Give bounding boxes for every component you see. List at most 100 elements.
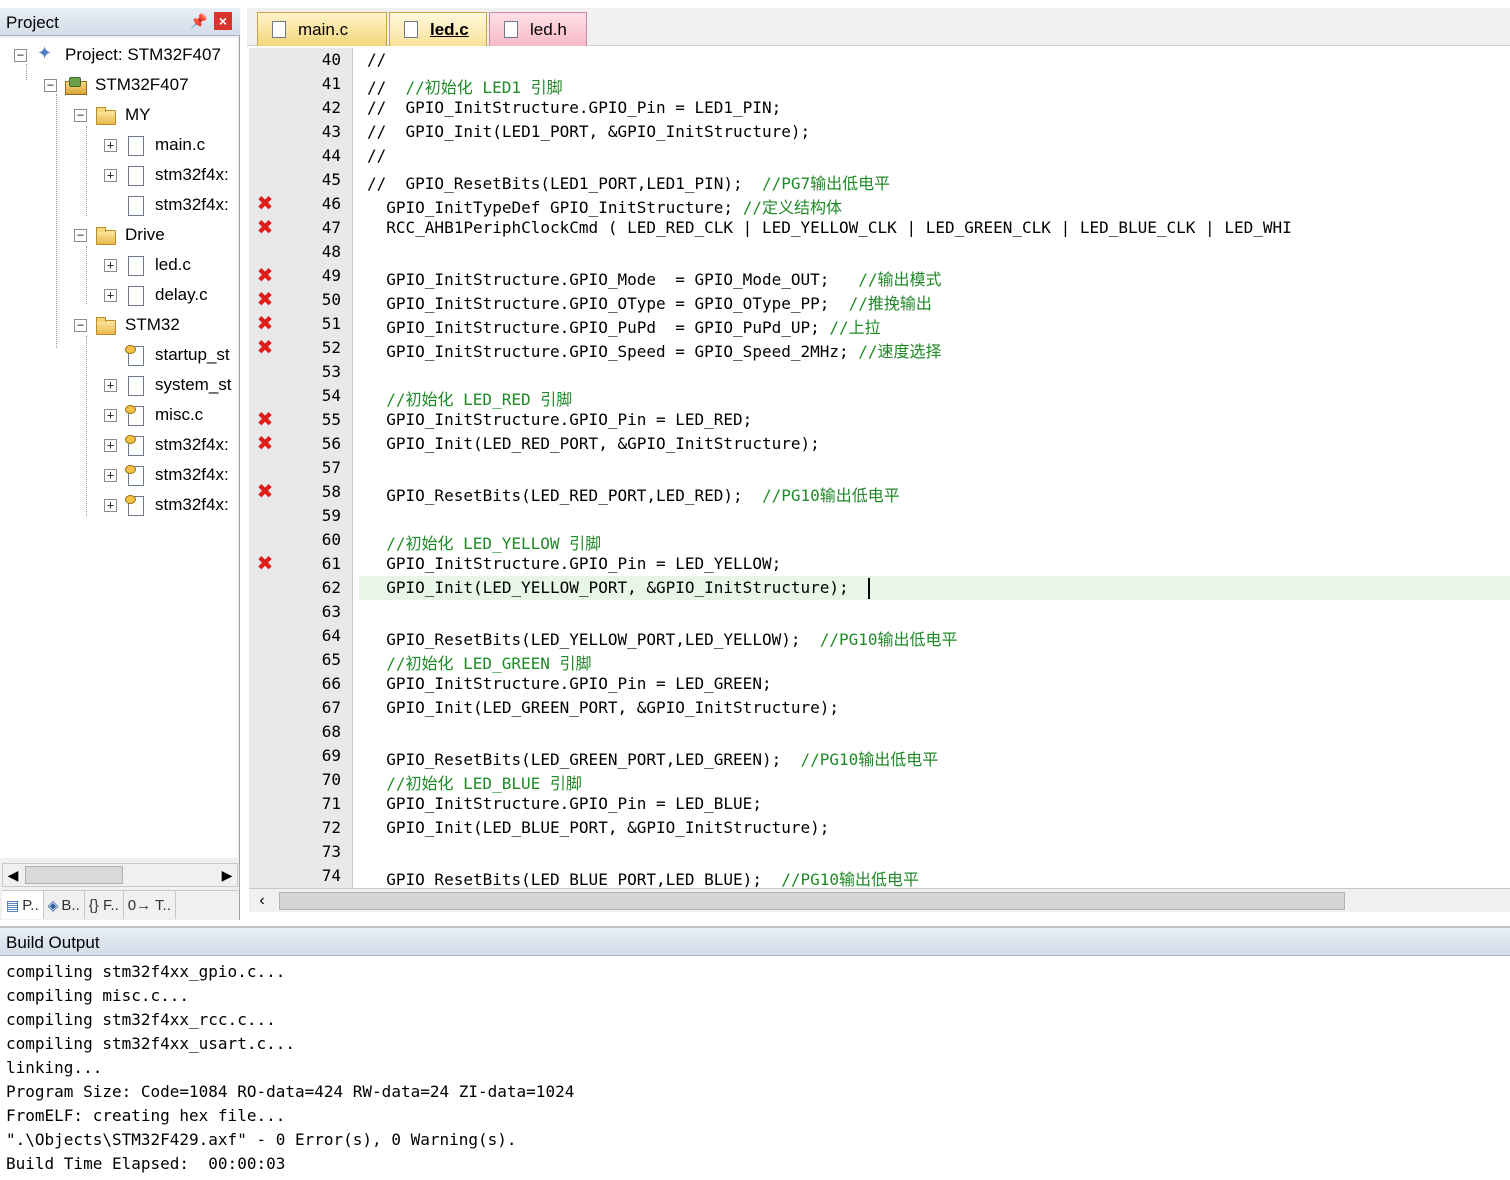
code-line[interactable]: GPIO_InitStructure.GPIO_Pin = LED_GREEN; xyxy=(367,674,771,693)
code-comment: //初始化 LED_BLUE 引脚 xyxy=(386,774,582,793)
error-marker-icon[interactable]: ✖ xyxy=(255,431,275,455)
tree-node[interactable]: − STM32F407 xyxy=(44,70,189,100)
tab-led-c[interactable]: led.c xyxy=(389,12,487,46)
code-line[interactable]: GPIO_InitStructure.GPIO_Pin = LED_BLUE; xyxy=(367,794,762,813)
code-line[interactable]: // xyxy=(367,146,386,165)
code-text: GPIO_ResetBits(LED_GREEN_PORT,LED_GREEN)… xyxy=(367,750,801,769)
code-line[interactable]: //初始化 LED_YELLOW 引脚 xyxy=(367,530,601,554)
tree-node[interactable]: stm32f4x: xyxy=(104,190,229,220)
error-marker-icon[interactable]: ✖ xyxy=(255,191,275,215)
editor-gutter[interactable]: 40 41 42 43 44 45 46 ✖ 47 ✖ 48 49 ✖ 50 ✖ 51 ✖ 52 ✖ 53 54 55 ✖ 5… xyxy=(249,48,353,892)
code-line[interactable]: GPIO_ResetBits(LED_GREEN_PORT,LED_GREEN)… xyxy=(367,746,938,770)
code-line[interactable]: GPIO_ResetBits(LED_RED_PORT,LED_RED); //… xyxy=(367,482,900,506)
tree-node[interactable]: + stm32f4x: xyxy=(104,490,229,520)
tab-label: led.h xyxy=(530,19,567,39)
tab-label: led.c xyxy=(430,19,469,39)
tree-horizontal-scrollbar[interactable]: ◀ ▶ xyxy=(2,863,238,887)
error-marker-icon[interactable]: ✖ xyxy=(255,479,275,503)
line-number: 44 xyxy=(321,146,341,165)
tree-node[interactable]: + system_st xyxy=(104,370,232,400)
expand-icon[interactable]: + xyxy=(104,468,117,482)
collapse-icon[interactable]: − xyxy=(44,78,57,92)
code-line[interactable]: GPIO_InitStructure.GPIO_Mode = GPIO_Mode… xyxy=(367,266,941,290)
code-line[interactable]: GPIO_InitStructure.GPIO_OType = GPIO_OTy… xyxy=(367,290,932,314)
code-line[interactable]: GPIO_Init(LED_GREEN_PORT, &GPIO_InitStru… xyxy=(367,698,839,717)
tree-node[interactable]: + delay.c xyxy=(104,280,208,310)
tree-node[interactable]: − MY xyxy=(74,100,151,130)
editor-horizontal-scrollbar[interactable]: ‹ xyxy=(249,888,1510,912)
code-line[interactable]: //初始化 LED_BLUE 引脚 xyxy=(367,770,582,794)
expand-icon[interactable]: + xyxy=(104,438,117,452)
code-line[interactable]: GPIO_ResetBits(LED_YELLOW_PORT,LED_YELLO… xyxy=(367,626,957,650)
expand-icon[interactable]: + xyxy=(104,168,117,182)
panel-tab-f[interactable]: {} F.. xyxy=(85,891,124,919)
code-view[interactable]: //// //初始化 LED1 引脚// GPIO_InitStructure.… xyxy=(355,48,1510,892)
panel-tab-p[interactable]: ▤ P.. xyxy=(2,891,44,919)
code-line[interactable]: GPIO_InitTypeDef GPIO_InitStructure; //定… xyxy=(367,194,842,218)
code-line[interactable]: GPIO_InitStructure.GPIO_Pin = LED_RED; xyxy=(367,410,752,429)
expand-icon[interactable]: + xyxy=(104,378,117,392)
build-log[interactable]: compiling stm32f4xx_gpio.c... compiling m… xyxy=(6,960,1506,1176)
tab-led-h[interactable]: led.h xyxy=(489,12,587,46)
code-line[interactable]: // GPIO_Init(LED1_PORT, &GPIO_InitStruct… xyxy=(367,122,810,141)
text-caret xyxy=(868,578,871,599)
panel-tab-b[interactable]: ◈ B.. xyxy=(44,891,85,919)
error-marker-icon[interactable]: ✖ xyxy=(255,551,275,575)
code-line[interactable]: GPIO_Init(LED_BLUE_PORT, &GPIO_InitStruc… xyxy=(367,818,829,837)
code-line[interactable]: //初始化 LED_RED 引脚 xyxy=(367,386,572,410)
code-line[interactable]: GPIO_InitStructure.GPIO_Speed = GPIO_Spe… xyxy=(367,338,942,362)
tree-node[interactable]: + misc.c xyxy=(104,400,203,430)
code-line[interactable]: GPIO_ResetBits(LED_BLUE_PORT,LED_BLUE); … xyxy=(367,866,919,890)
code-text: // GPIO_InitStructure.GPIO_Pin = LED1_PI… xyxy=(367,98,782,117)
collapse-icon[interactable]: − xyxy=(14,48,27,62)
code-comment: //上拉 xyxy=(829,318,881,337)
code-comment: //速度选择 xyxy=(858,342,942,361)
error-marker-icon[interactable]: ✖ xyxy=(255,407,275,431)
tree-node[interactable]: + stm32f4x: xyxy=(104,160,229,190)
code-line[interactable]: // xyxy=(367,50,386,69)
tree-node-label: STM32F407 xyxy=(95,75,189,94)
error-marker-icon[interactable]: ✖ xyxy=(255,263,275,287)
scroll-thumb[interactable] xyxy=(279,892,1345,910)
tree-node[interactable]: − STM32 xyxy=(74,310,180,340)
close-icon[interactable]: × xyxy=(214,12,232,30)
tree-node[interactable]: + stm32f4x: xyxy=(104,460,229,490)
error-marker-icon[interactable]: ✖ xyxy=(255,311,275,335)
tree-node[interactable]: − Project: STM32F407 xyxy=(14,40,221,70)
tree-node[interactable]: startup_st xyxy=(104,340,230,370)
scroll-thumb[interactable] xyxy=(25,866,123,884)
code-line[interactable]: // GPIO_ResetBits(LED1_PORT,LED1_PIN); /… xyxy=(367,170,890,194)
collapse-icon[interactable]: − xyxy=(74,108,87,122)
code-line[interactable]: GPIO_InitStructure.GPIO_Pin = LED_YELLOW… xyxy=(367,554,781,573)
target-icon xyxy=(65,75,87,95)
scroll-left-icon[interactable]: ◀ xyxy=(3,864,23,886)
expand-icon[interactable]: + xyxy=(104,138,117,152)
code-line[interactable]: GPIO_Init(LED_RED_PORT, &GPIO_InitStruct… xyxy=(367,434,819,453)
code-line[interactable]: GPIO_Init(LED_YELLOW_PORT, &GPIO_InitStr… xyxy=(367,578,858,597)
collapse-icon[interactable]: − xyxy=(74,228,87,242)
error-marker-icon[interactable]: ✖ xyxy=(255,287,275,311)
expand-icon[interactable]: + xyxy=(104,258,117,272)
expand-icon[interactable]: + xyxy=(104,408,117,422)
tree-node[interactable]: + main.c xyxy=(104,130,205,160)
code-line[interactable]: GPIO_InitStructure.GPIO_PuPd = GPIO_PuPd… xyxy=(367,314,881,338)
panel-tab-t[interactable]: 0→ T.. xyxy=(124,891,176,919)
tree-node[interactable]: + stm32f4x: xyxy=(104,430,229,460)
error-marker-icon[interactable]: ✖ xyxy=(255,335,275,359)
collapse-icon[interactable]: − xyxy=(74,318,87,332)
scroll-right-icon[interactable]: ▶ xyxy=(217,864,237,886)
code-line[interactable]: //初始化 LED_GREEN 引脚 xyxy=(367,650,591,674)
tab-main-c[interactable]: main.c xyxy=(257,12,387,46)
code-line[interactable]: RCC_AHB1PeriphClockCmd ( LED_RED_CLK | L… xyxy=(367,218,1291,237)
code-line[interactable]: // //初始化 LED1 引脚 xyxy=(367,74,563,98)
expand-icon[interactable]: + xyxy=(104,288,117,302)
pin-icon[interactable]: 📌 xyxy=(190,13,207,30)
error-marker-icon[interactable]: ✖ xyxy=(255,215,275,239)
code-line[interactable]: // GPIO_InitStructure.GPIO_Pin = LED1_PI… xyxy=(367,98,781,117)
tree-node[interactable]: + led.c xyxy=(104,250,191,280)
scroll-left-icon[interactable]: ‹ xyxy=(249,889,275,913)
expand-icon[interactable]: + xyxy=(104,498,117,512)
tree-node[interactable]: − Drive xyxy=(74,220,165,250)
config-file-icon xyxy=(125,405,145,426)
